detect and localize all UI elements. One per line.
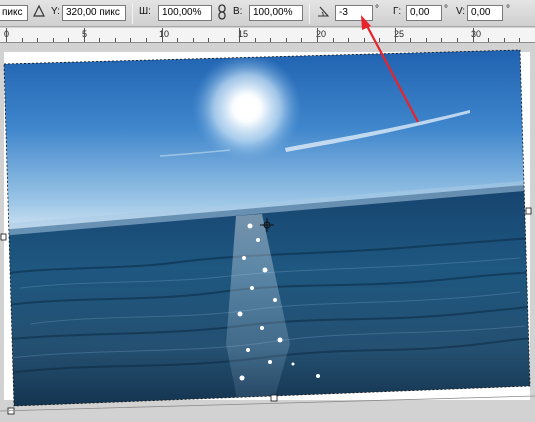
ruler-tick [208, 38, 210, 42]
ruler-tick [37, 38, 39, 42]
ruler-tick [270, 38, 272, 42]
ruler-tick [317, 28, 318, 42]
angle-icon [317, 5, 330, 21]
ruler-tick [301, 38, 303, 42]
ruler-tick [68, 38, 70, 42]
ruler-tick [503, 38, 505, 42]
ruler-label: 10 [159, 29, 170, 39]
ruler-tick [425, 38, 427, 42]
rotated-photo[interactable] [0, 44, 535, 422]
width-field[interactable]: 100,00% [158, 5, 212, 21]
ruler-tick [177, 38, 179, 42]
degree-symbol: ° [444, 4, 448, 15]
reference-point-icon[interactable] [260, 218, 274, 232]
ruler-tick [348, 38, 350, 42]
ruler-tick [285, 38, 287, 42]
ruler-tick [114, 38, 116, 42]
height-label: В: [233, 6, 243, 17]
ruler-tick [456, 38, 458, 42]
ruler-tick [145, 38, 147, 42]
ruler-tick [254, 38, 256, 42]
photoshop-window: пикс Y: 320,00 пикс Ш: 100,00% В: 100,00… [0, 0, 535, 422]
options-bar: пикс Y: 320,00 пикс Ш: 100,00% В: 100,00… [0, 0, 535, 27]
ruler-tick [363, 38, 365, 42]
ruler-tick [394, 28, 396, 42]
ruler-tick [161, 28, 163, 42]
ruler-tick [472, 28, 474, 42]
angle-field[interactable]: -3 [335, 5, 373, 21]
ruler-tick [441, 38, 443, 42]
degree-symbol: ° [375, 4, 379, 15]
ruler-tick [99, 38, 101, 42]
horizontal-ruler[interactable]: 0 5 10 15 20 25 30 [0, 28, 535, 43]
ruler-tick [410, 38, 412, 42]
ruler-tick [379, 38, 381, 42]
v-skew-label: V: [456, 6, 466, 17]
ruler-tick [6, 28, 7, 42]
ruler-tick [332, 38, 334, 42]
ruler-tick [519, 38, 521, 42]
height-field[interactable]: 100,00% [249, 5, 303, 21]
canvas-area[interactable] [0, 44, 535, 422]
h-skew-field[interactable]: 0,00 [406, 5, 442, 21]
ruler-tick [192, 38, 194, 42]
ruler-tick [239, 28, 241, 42]
ruler-tick [130, 38, 132, 42]
ruler-tick [488, 38, 490, 42]
ruler-tick [21, 38, 23, 42]
degree-symbol: ° [506, 4, 510, 15]
ruler-tick [52, 38, 54, 42]
y-label: Y: [51, 6, 60, 17]
x-position-field[interactable]: пикс [0, 5, 28, 21]
separator [309, 3, 310, 24]
width-label: Ш: [139, 6, 151, 17]
v-skew-field[interactable]: 0,00 [467, 5, 503, 21]
separator [132, 3, 133, 24]
delta-icon[interactable] [33, 4, 45, 20]
ruler-tick [83, 28, 85, 42]
h-skew-label: Г: [393, 6, 402, 17]
ruler-tick [223, 38, 225, 42]
y-position-field[interactable]: 320,00 пикс [62, 5, 126, 21]
link-icon[interactable] [217, 4, 227, 20]
